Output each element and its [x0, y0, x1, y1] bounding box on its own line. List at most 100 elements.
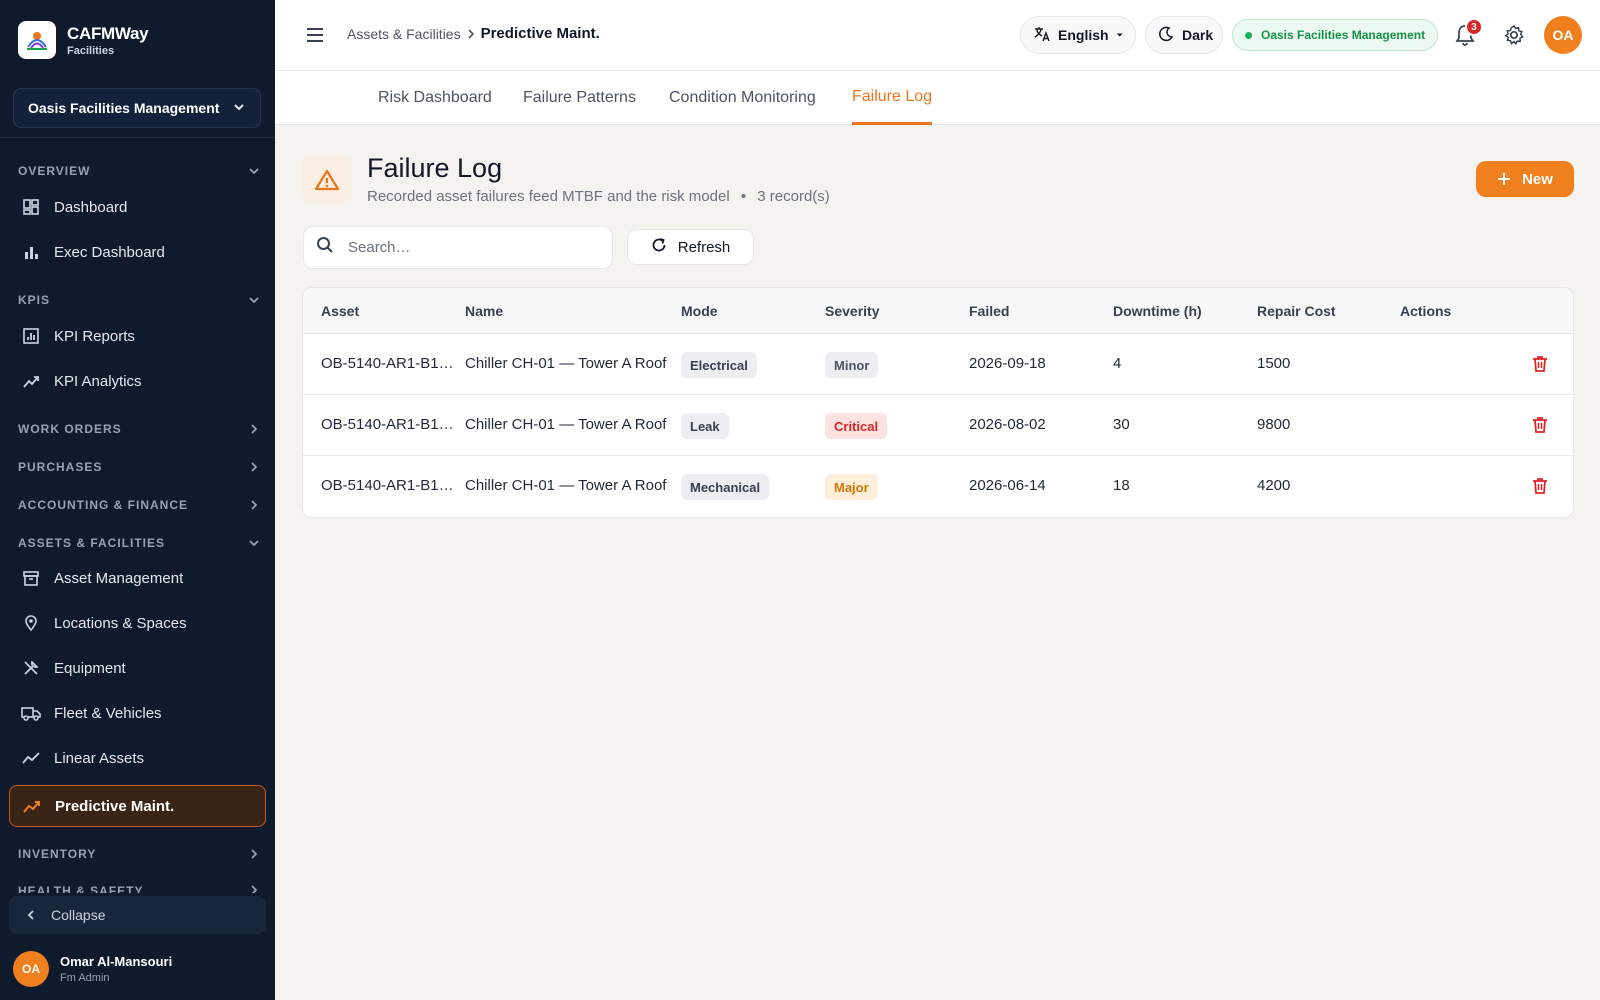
translate-icon — [1033, 25, 1051, 46]
column-header[interactable]: Name — [465, 303, 503, 319]
new-button[interactable]: New — [1476, 161, 1574, 197]
page-subtitle: Recorded asset failures feed MTBF and th… — [367, 188, 830, 205]
notification-badge: 3 — [1465, 18, 1483, 36]
sidebar-item-label: KPI Reports — [54, 327, 135, 345]
mode-chip: Mechanical — [681, 474, 770, 500]
section-assets-facilities[interactable]: ASSETS & FACILITIES — [18, 536, 260, 550]
section-label: INVENTORY — [18, 847, 97, 861]
sidebar-item-locations-spaces[interactable]: Locations & Spaces — [9, 602, 266, 644]
cell-asset: OB-5140-AR1-B1-HVAC — [321, 477, 457, 494]
severity-badge: Major — [825, 474, 878, 500]
linear-icon — [21, 748, 41, 768]
sidebar-item-equipment[interactable]: Equipment — [9, 647, 266, 689]
delete-icon[interactable] — [1532, 416, 1548, 439]
logo-icon — [18, 21, 56, 59]
gear-icon[interactable] — [1503, 24, 1525, 51]
sidebar-item-label: Linear Assets — [54, 749, 145, 767]
avatar[interactable]: OA — [1544, 16, 1582, 54]
language-selector[interactable]: English — [1020, 16, 1136, 54]
cell-asset: OB-5140-AR1-B1-HVAC — [321, 355, 457, 372]
table-row[interactable]: OB-5140-AR1-B1-HVAC Chiller CH-01 — Towe… — [303, 395, 1573, 456]
cell-failed: 2026-08-02 — [969, 416, 1046, 433]
tools-icon — [21, 658, 41, 678]
record-count: 3 record(s) — [757, 188, 830, 205]
column-header: Actions — [1400, 303, 1452, 319]
column-header[interactable]: Asset — [321, 303, 359, 319]
subtitle-text: Recorded asset failures feed MTBF and th… — [367, 188, 730, 205]
column-header[interactable]: Mode — [681, 303, 718, 319]
location-pin-icon — [21, 613, 41, 633]
severity-badge: Critical — [825, 413, 888, 439]
cell-downtime: 18 — [1113, 477, 1130, 494]
section-accounting-finance[interactable]: ACCOUNTING & FINANCE — [18, 498, 260, 512]
section-label: KPIS — [18, 293, 51, 307]
bar-chart-icon — [21, 242, 41, 262]
cell-downtime: 30 — [1113, 416, 1130, 433]
tab-failure-patterns[interactable]: Failure Patterns — [523, 71, 636, 125]
org-status-badge[interactable]: Oasis Facilities Management — [1232, 19, 1439, 51]
sidebar-item-predictive-maint[interactable]: Predictive Maint. — [9, 785, 266, 827]
search-box[interactable] — [303, 226, 613, 269]
cell-repair-cost: 9800 — [1257, 416, 1291, 433]
chevron-right-icon — [251, 500, 258, 510]
search-input[interactable] — [348, 239, 578, 256]
sidebar-item-fleet-vehicles[interactable]: Fleet & Vehicles — [9, 692, 266, 734]
sidebar-item-linear-assets[interactable]: Linear Assets — [9, 737, 266, 779]
cell-asset: OB-5140-AR1-B1-HVAC — [321, 416, 457, 433]
column-header[interactable]: Severity — [825, 303, 879, 319]
org-selector[interactable]: Oasis Facilities Management — [13, 88, 261, 128]
section-kpis[interactable]: KPIS — [18, 293, 260, 307]
theme-toggle[interactable]: Dark — [1145, 16, 1223, 54]
section-work-orders[interactable]: WORK ORDERS — [18, 422, 260, 436]
user-profile[interactable]: OA Omar Al-Mansouri Fm Admin — [13, 951, 172, 987]
section-health-safety[interactable]: HEALTH & SAFETY — [18, 884, 260, 893]
chevron-right-icon — [468, 28, 474, 39]
new-button-label: New — [1522, 170, 1553, 188]
chevron-down-icon — [249, 297, 259, 304]
section-inventory[interactable]: INVENTORY — [18, 847, 260, 861]
topbar: Assets & Facilities Predictive Maint. En… — [275, 0, 1600, 71]
trend-icon — [22, 796, 42, 816]
section-label: OVERVIEW — [18, 164, 91, 178]
sidebar-item-label: KPI Analytics — [54, 372, 142, 390]
org-selector-label: Oasis Facilities Management — [28, 100, 220, 116]
brand[interactable]: CAFMWay Facilities — [18, 21, 149, 59]
sidebar-item-label: Predictive Maint. — [55, 797, 175, 815]
section-overview[interactable]: OVERVIEW — [18, 164, 260, 178]
theme-label: Dark — [1182, 27, 1214, 43]
tab-failure-log[interactable]: Failure Log — [852, 71, 933, 125]
sidebar-item-exec-dashboard[interactable]: Exec Dashboard — [9, 231, 266, 273]
chevron-right-icon — [251, 849, 258, 859]
column-header[interactable]: Repair Cost — [1257, 303, 1336, 319]
brand-subtitle: Facilities — [67, 44, 115, 57]
chevron-right-icon — [251, 462, 258, 472]
truck-icon — [21, 703, 41, 723]
column-header[interactable]: Failed — [969, 303, 1009, 319]
brand-name: CAFMWay — [67, 23, 149, 43]
sidebar-item-kpi-reports[interactable]: KPI Reports — [9, 315, 266, 357]
avatar: OA — [13, 951, 49, 987]
chevron-left-icon — [27, 910, 34, 920]
sidebar-item-kpi-analytics[interactable]: KPI Analytics — [9, 360, 266, 402]
table-row[interactable]: OB-5140-AR1-B1-HVAC Chiller CH-01 — Towe… — [303, 456, 1573, 517]
section-purchases[interactable]: PURCHASES — [18, 460, 260, 474]
dashboard-icon — [21, 197, 41, 217]
tab-condition-monitoring[interactable]: Condition Monitoring — [669, 71, 816, 125]
delete-icon[interactable] — [1532, 355, 1548, 378]
tab-risk-dashboard[interactable]: Risk Dashboard — [378, 71, 492, 125]
moon-icon — [1158, 26, 1174, 45]
chevron-down-icon — [232, 100, 246, 117]
table-row[interactable]: OB-5140-AR1-B1-HVAC Chiller CH-01 — Towe… — [303, 334, 1573, 395]
chevron-right-icon — [251, 885, 258, 893]
cell-repair-cost: 1500 — [1257, 355, 1291, 372]
delete-icon[interactable] — [1532, 477, 1548, 500]
breadcrumb-item[interactable]: Assets & Facilities — [347, 26, 461, 42]
section-label: HEALTH & SAFETY — [18, 884, 144, 893]
refresh-button[interactable]: Refresh — [627, 229, 754, 265]
column-header[interactable]: Downtime (h) — [1113, 303, 1202, 319]
sidebar-item-dashboard[interactable]: Dashboard — [9, 186, 266, 228]
sidebar-item-asset-management[interactable]: Asset Management — [9, 557, 266, 599]
section-label: PURCHASES — [18, 460, 103, 474]
collapse-button[interactable]: Collapse — [9, 896, 266, 934]
menu-icon[interactable] — [305, 25, 325, 50]
